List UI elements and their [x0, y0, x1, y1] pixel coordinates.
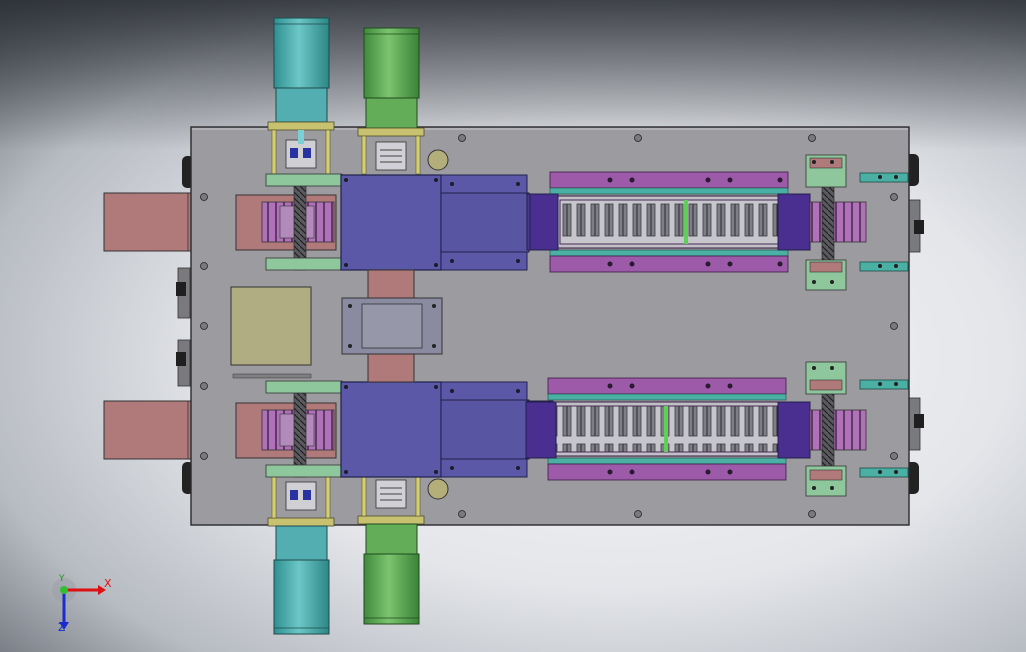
triad-y-label: Y — [59, 574, 65, 584]
triad-z-label: Z — [58, 621, 66, 634]
post-top — [427, 149, 449, 171]
coordinate-triad: X Y Z — [50, 572, 120, 638]
left-pink-block-bottom — [103, 400, 195, 460]
left-pink-block-top — [103, 192, 195, 252]
post-bottom — [427, 478, 449, 500]
left-side-knobs — [176, 267, 191, 387]
triad-x-label: X — [104, 577, 112, 590]
cad-viewport[interactable]: X Y Z — [0, 0, 1026, 652]
cad-model-top-view[interactable] — [0, 0, 1026, 652]
khaki-panel — [230, 286, 312, 379]
